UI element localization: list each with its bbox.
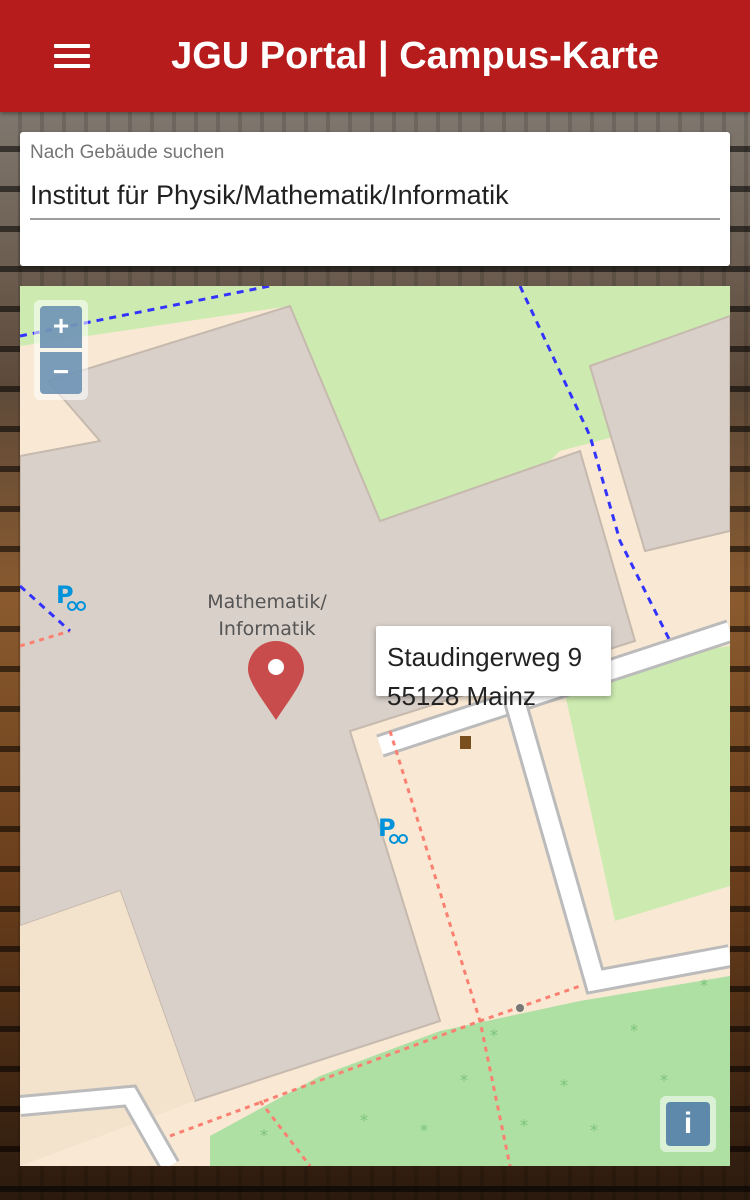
zoom-control: + − bbox=[34, 300, 88, 400]
svg-text:⁎: ⁎ bbox=[490, 1021, 498, 1040]
hamburger-menu-button[interactable] bbox=[44, 36, 100, 76]
building-search-input[interactable] bbox=[30, 172, 720, 220]
svg-text:⁎: ⁎ bbox=[460, 1066, 468, 1085]
info-button[interactable]: i bbox=[666, 1102, 710, 1146]
svg-text:P: P bbox=[378, 814, 396, 842]
search-label: Nach Gebäude suchen bbox=[30, 142, 225, 163]
svg-text:P: P bbox=[56, 581, 74, 609]
app-header: JGU Portal | Campus-Karte bbox=[0, 0, 750, 112]
svg-text:⁎: ⁎ bbox=[590, 1116, 598, 1135]
zoom-in-button[interactable]: + bbox=[40, 306, 82, 348]
waste-basket-icon bbox=[460, 736, 471, 749]
info-control: i bbox=[660, 1096, 716, 1152]
page-title: JGU Portal | Campus-Karte bbox=[171, 35, 659, 77]
svg-text:⁎: ⁎ bbox=[700, 971, 708, 990]
building-search-card: Nach Gebäude suchen bbox=[20, 132, 730, 266]
bicycle-parking-icon: P bbox=[378, 814, 408, 844]
svg-text:⁎: ⁎ bbox=[260, 1121, 268, 1140]
address-popup: Staudingerweg 9 55128 Mainz bbox=[376, 626, 611, 711]
building-label-line2: Informatik bbox=[218, 618, 315, 640]
menu-bar bbox=[54, 54, 90, 58]
svg-text:⁎: ⁎ bbox=[360, 1106, 368, 1125]
svg-text:⁎: ⁎ bbox=[520, 1111, 528, 1130]
campus-map[interactable]: ⁎ ⁎ ⁎ ⁎ ⁎ ⁎ ⁎ ⁎ ⁎ ⁎ ⁎ ⁎ P P Mathematik/ bbox=[20, 286, 730, 1166]
map-tiles: ⁎ ⁎ ⁎ ⁎ ⁎ ⁎ ⁎ ⁎ ⁎ ⁎ ⁎ ⁎ P P Mathematik/ bbox=[20, 286, 730, 1166]
menu-bar bbox=[54, 64, 90, 68]
menu-bar bbox=[54, 44, 90, 48]
map-node bbox=[516, 1004, 524, 1012]
svg-text:⁎: ⁎ bbox=[630, 1016, 638, 1035]
svg-text:⁎: ⁎ bbox=[560, 1071, 568, 1090]
popup-street: Staudingerweg 9 bbox=[387, 642, 583, 672]
zoom-out-button[interactable]: − bbox=[40, 352, 82, 394]
popup-city: 55128 Mainz bbox=[387, 681, 536, 711]
svg-text:⁎: ⁎ bbox=[420, 1116, 428, 1135]
svg-text:⁎: ⁎ bbox=[660, 1066, 668, 1085]
building-label-line1: Mathematik/ bbox=[207, 591, 327, 613]
